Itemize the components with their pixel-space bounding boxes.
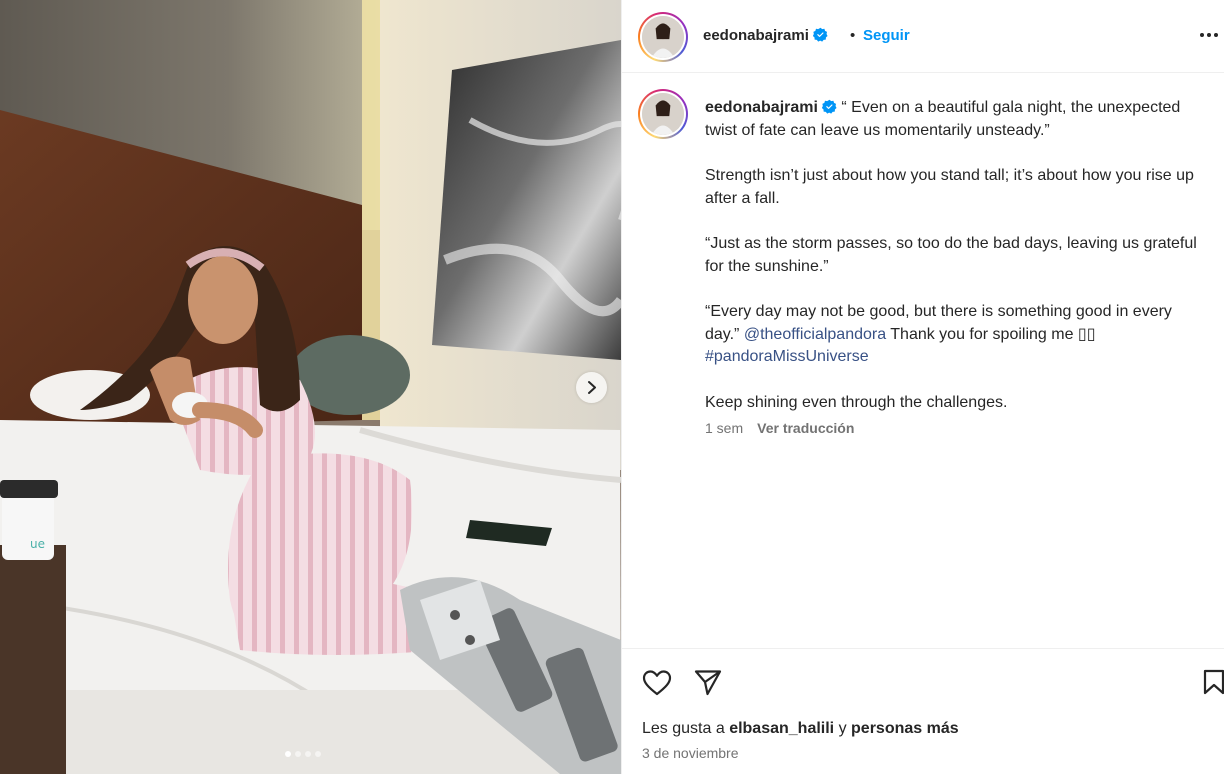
bookmark-icon[interactable] (1203, 669, 1224, 695)
author-avatar[interactable] (638, 12, 688, 62)
more-options-icon[interactable] (1200, 33, 1218, 37)
hashtag-link[interactable]: #pandoraMissUniverse (705, 348, 869, 365)
likes-others-link[interactable]: personas más (851, 720, 959, 737)
photo-image: ue (0, 0, 621, 774)
caption-p2: Strength isn’t just about how you stand … (705, 167, 1194, 207)
carousel-dot (285, 751, 291, 757)
verified-badge-icon (821, 99, 837, 114)
header-separator: • (850, 27, 856, 44)
verified-badge-icon (812, 27, 828, 42)
author-username-text: eedonabajrami (703, 27, 809, 44)
caption-p4-middle: Thank you for spoiling me (890, 325, 1074, 343)
carousel-dot (305, 751, 311, 757)
avatar-image (642, 16, 684, 58)
translate-button[interactable]: Ver traducción (757, 420, 854, 436)
liker-username[interactable]: elbasan_halili (729, 720, 834, 737)
post-date: 3 de noviembre (642, 745, 739, 761)
carousel-dot (315, 751, 321, 757)
caption-section: eedonabajrami “ Even on a beautiful gala… (622, 73, 1224, 648)
carousel-dot (295, 751, 301, 757)
mention-link[interactable]: @theofficialpandora (744, 326, 886, 343)
follow-button[interactable]: Seguir (863, 27, 910, 44)
post-age: 1 sem (705, 420, 744, 436)
caption-p5: Keep shining even through the challenges… (705, 393, 1008, 411)
likes-summary: Les gusta a elbasan_halili y personas má… (642, 720, 959, 738)
caption-p3: “Just as the storm passes, so too do the… (705, 235, 1197, 275)
caption-username[interactable]: eedonabajrami (705, 99, 818, 116)
paper-plane-icon[interactable] (694, 669, 722, 696)
caption-paragraph: eedonabajrami “ Even on a beautiful gala… (705, 97, 1205, 142)
caption-paragraph: “Every day may not be good, but there is… (705, 301, 1205, 369)
caption-author-avatar[interactable] (638, 89, 688, 139)
likes-prefix: Les gusta a (642, 720, 725, 737)
caption-emoji: ▯▯ (1077, 325, 1096, 343)
author-username[interactable]: eedonabajrami (703, 27, 828, 44)
post-side-panel: eedonabajrami • Seguir eedonabajrami “ E… (621, 0, 1224, 774)
heart-icon[interactable] (642, 669, 672, 697)
svg-text:ue: ue (30, 537, 45, 551)
caption-text: eedonabajrami “ Even on a beautiful gala… (705, 97, 1205, 414)
avatar-image (642, 93, 684, 135)
action-bar: Les gusta a elbasan_halili y personas má… (622, 648, 1224, 774)
likes-connector: y (838, 720, 847, 737)
caption-meta: 1 sem Ver traducción (705, 420, 854, 436)
carousel-indicator (285, 751, 321, 757)
carousel-next-button[interactable] (576, 372, 607, 403)
chevron-right-icon (588, 381, 596, 394)
post-photo[interactable]: ue (0, 0, 621, 774)
post-header: eedonabajrami • Seguir (622, 0, 1224, 73)
